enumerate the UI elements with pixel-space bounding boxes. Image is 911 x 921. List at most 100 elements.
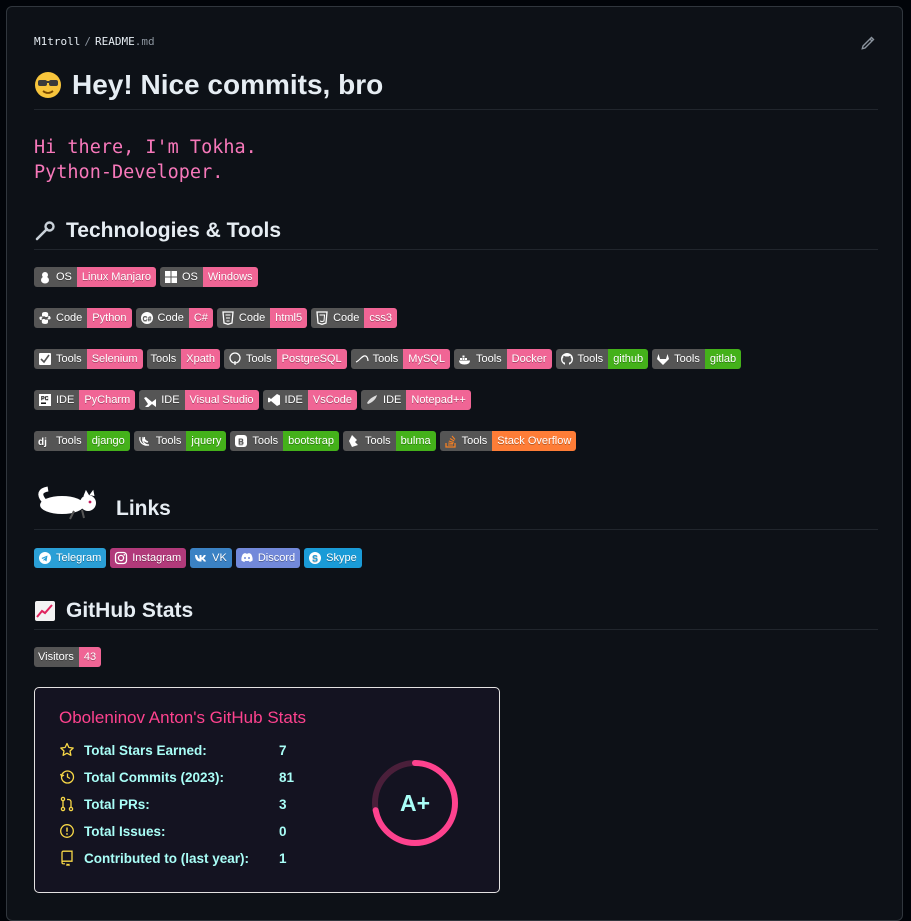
page-title: Hey! Nice commits, bro: [34, 69, 878, 110]
badge-row-tools: Tools Selenium Tools Xpath Tools PostgreSQL To…: [34, 349, 742, 369]
css3-icon: [316, 311, 328, 325]
badge-notepad[interactable]: IDE Notepad++: [361, 390, 471, 410]
stackoverflow-icon: [444, 435, 456, 448]
jquery-icon: [138, 436, 149, 446]
breadcrumb-user[interactable]: M1troll: [34, 35, 80, 48]
wrench-icon: [35, 221, 55, 241]
badge-bulma[interactable]: Tools bulma: [342, 431, 436, 451]
badge-body: S Skype: [304, 548, 362, 568]
postgresql-icon: [229, 352, 241, 365]
badge-value: PyCharm: [79, 390, 136, 410]
badge-body: Telegram: [34, 548, 107, 568]
badge-row-frameworks: dj Tools django Tools jquery B Tools bootstrap T…: [34, 431, 577, 451]
pencil-icon[interactable]: [860, 35, 876, 51]
github-icon: [560, 353, 573, 365]
badge-label-text: Visitors: [38, 651, 74, 663]
badge-value: html5: [270, 308, 308, 328]
badge-vk[interactable]: VK: [190, 548, 232, 568]
stat-row: Total Commits (2023): 81: [59, 769, 294, 785]
svg-text:S: S: [312, 553, 318, 563]
badge-python[interactable]: Code Python: [34, 308, 132, 328]
badge-label-text: IDE: [56, 394, 75, 406]
gitlab-icon: [657, 354, 670, 365]
badge-instagram[interactable]: Instagram: [110, 548, 187, 568]
stat-value: 0: [279, 823, 287, 839]
badge-label-text: Code: [333, 312, 360, 324]
badge-row-os: OS Linux Manjaro OS Windows: [34, 267, 258, 287]
selenium-icon: [39, 353, 51, 365]
badge-label: OS: [34, 267, 77, 287]
badge-jquery[interactable]: Tools jquery: [133, 431, 227, 451]
badge-xpath[interactable]: Tools Xpath: [146, 349, 220, 369]
badge-text: Discord: [257, 552, 296, 564]
badge-label: Tools: [439, 431, 493, 451]
badge-value: Visual Studio: [184, 390, 259, 410]
badge-value: gitlab: [704, 349, 742, 369]
badge-row-code: Code Python C# Code C# Code html5 Code css3: [34, 308, 398, 328]
badge-mysql[interactable]: Tools MySQL: [350, 349, 450, 369]
badge-stack-overflow[interactable]: Tools Stack Overflow: [439, 431, 577, 451]
badge-value: github: [608, 349, 649, 369]
badge-value: Selenium: [86, 349, 143, 369]
svg-text:dj: dj: [38, 437, 47, 448]
stat-row: Total Stars Earned: 7: [59, 742, 287, 758]
stat-label: Contributed to (last year):: [84, 850, 250, 866]
badge-c[interactable]: C# Code C#: [135, 308, 213, 328]
badge-selenium[interactable]: Tools Selenium: [34, 349, 143, 369]
mysql-icon: [355, 355, 369, 363]
breadcrumb-separator: /: [84, 35, 91, 48]
badge-value: Stack Overflow: [492, 431, 577, 451]
badge-label: B Tools: [230, 431, 284, 451]
stat-value: 81: [279, 769, 295, 785]
badge-html5[interactable]: Code html5: [216, 308, 308, 328]
github-stats-card: Oboleninov Anton's GitHub Stats Total St…: [34, 687, 500, 893]
badge-docker[interactable]: Tools Docker: [453, 349, 552, 369]
badge-label-text: OS: [182, 271, 198, 283]
stat-row: Contributed to (last year): 1: [59, 850, 287, 866]
badge-label-text: Code: [56, 312, 83, 324]
windows-icon: [165, 271, 177, 283]
badge-postgresql[interactable]: Tools PostgreSQL: [223, 349, 347, 369]
star-icon: [60, 742, 74, 756]
visualstudio-icon: [144, 397, 157, 407]
badge-label-text: Tools: [461, 435, 488, 447]
badge-github[interactable]: Tools github: [555, 349, 649, 369]
badge-label: Code: [34, 308, 88, 328]
vk-icon: [195, 555, 207, 562]
section-tech-title: Technologies & Tools: [66, 219, 282, 242]
section-tech-heading: Technologies & Tools: [34, 219, 878, 250]
cool-face-emoji-icon: [35, 72, 61, 98]
badge-label-text: Tools: [150, 353, 177, 365]
notepadpp-icon: [367, 395, 378, 404]
badge-css3[interactable]: Code css3: [311, 308, 398, 328]
issue-icon: [60, 824, 74, 838]
badge-value: jquery: [186, 431, 227, 451]
stat-value: 7: [279, 742, 287, 758]
section-stats-heading: GitHub Stats: [34, 599, 878, 630]
badge-value: css3: [364, 308, 398, 328]
badge-bootstrap[interactable]: B Tools bootstrap: [230, 431, 339, 451]
badge-telegram[interactable]: Telegram: [34, 548, 107, 568]
badge-skype[interactable]: S Skype: [304, 548, 362, 568]
badge-value: Notepad++: [406, 390, 471, 410]
badge-label-text: Tools: [56, 353, 82, 365]
badge-label-text: Tools: [252, 435, 279, 447]
badge-label: Code: [311, 308, 365, 328]
badge-gitlab[interactable]: Tools gitlab: [652, 349, 742, 369]
badge-windows[interactable]: OS Windows: [160, 267, 258, 287]
badge-visual-studio[interactable]: IDE Visual Studio: [139, 390, 259, 410]
badge-label: IDE: [139, 390, 185, 410]
intro-line-1: Hi there, I'm Tokha.: [34, 137, 257, 158]
badge-label: OS: [160, 267, 203, 287]
badge-pycharm[interactable]: PC IDE PyCharm: [34, 390, 136, 410]
badge-label-text: Tools: [577, 353, 604, 365]
badge-label-text: OS: [56, 271, 72, 283]
badge-linux-manjaro[interactable]: OS Linux Manjaro: [34, 267, 156, 287]
badge-discord[interactable]: Discord: [235, 548, 301, 568]
badge-django[interactable]: dj Tools django: [34, 431, 130, 451]
badge-43[interactable]: Visitors 43: [34, 647, 102, 667]
html5-icon: [222, 311, 234, 325]
badge-label: Tools: [146, 349, 182, 369]
badge-vscode[interactable]: IDE VsCode: [262, 390, 358, 410]
badge-value: Windows: [202, 267, 258, 287]
